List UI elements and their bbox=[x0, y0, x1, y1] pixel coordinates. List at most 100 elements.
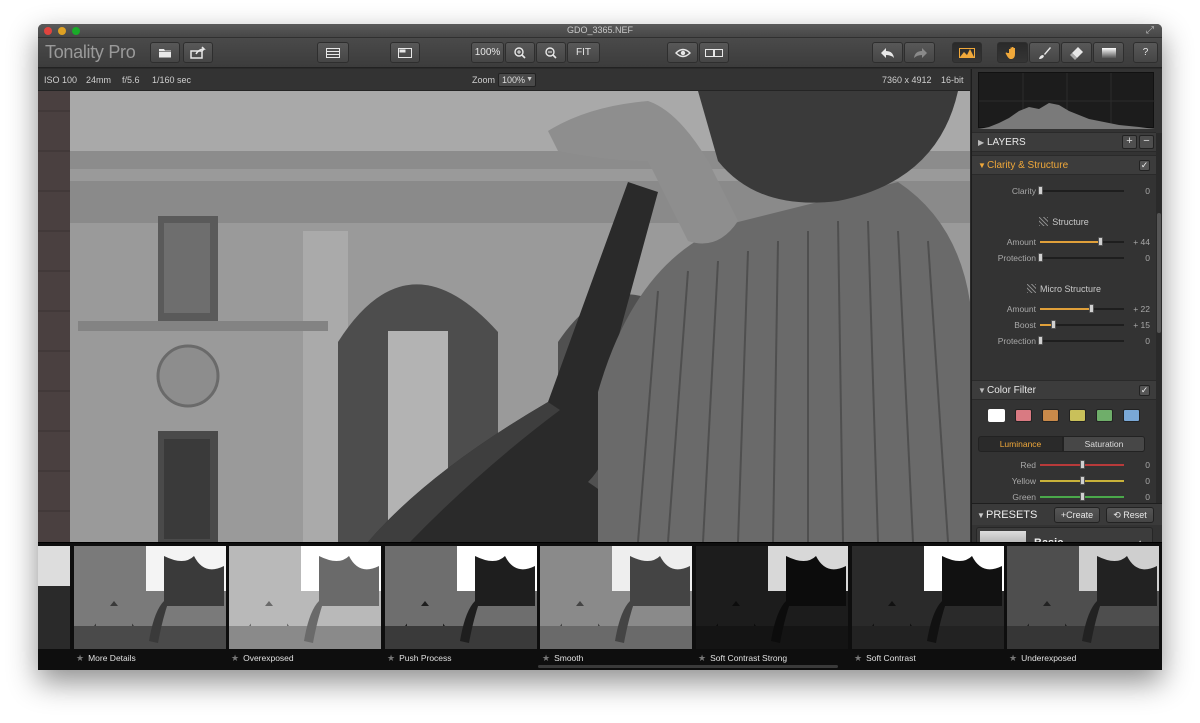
brush-icon bbox=[1038, 47, 1051, 59]
histogram-toggle-button[interactable] bbox=[952, 42, 982, 63]
preset-thumbnail-partial[interactable] bbox=[38, 546, 70, 649]
preset-thumbnail[interactable] bbox=[852, 546, 1004, 649]
gradient-icon bbox=[1101, 48, 1116, 58]
fullscreen-icon[interactable]: ⤢ bbox=[1146, 25, 1154, 36]
grid-view-icon bbox=[326, 48, 340, 58]
star-icon[interactable]: ★ bbox=[698, 653, 706, 663]
single-view-icon bbox=[398, 48, 412, 58]
star-icon[interactable]: ★ bbox=[76, 653, 84, 663]
star-icon[interactable]: ★ bbox=[387, 653, 395, 663]
color-swatch-white[interactable] bbox=[988, 409, 1005, 422]
hand-tool-button[interactable] bbox=[997, 42, 1028, 63]
reset-preset-button[interactable]: ⟲ Reset bbox=[1106, 507, 1154, 523]
preset-label[interactable]: ★ Underexposed bbox=[1009, 653, 1076, 664]
undo-icon bbox=[880, 48, 894, 58]
clarity-structure-header[interactable]: ▼ Clarity & Structure ✓ bbox=[972, 155, 1156, 175]
collapse-icon: ▼ bbox=[978, 161, 986, 170]
micro-protection-slider[interactable] bbox=[1038, 336, 1124, 345]
gradient-tool-button[interactable] bbox=[1093, 42, 1124, 63]
histogram-graph bbox=[979, 73, 1155, 129]
star-icon[interactable]: ★ bbox=[231, 653, 239, 663]
preset-thumbnail[interactable] bbox=[540, 546, 692, 649]
fit-button[interactable]: FIT bbox=[567, 42, 600, 63]
color-swatch-yellow[interactable] bbox=[1069, 409, 1086, 422]
star-icon[interactable]: ★ bbox=[542, 653, 550, 663]
preset-thumbnail[interactable] bbox=[696, 546, 848, 649]
preset-label[interactable]: ★ Push Process bbox=[387, 653, 452, 664]
color-swatch-red[interactable] bbox=[1015, 409, 1032, 422]
color-filter-header[interactable]: ▼ Color Filter ✓ bbox=[972, 380, 1156, 400]
yellow-slider[interactable] bbox=[1040, 476, 1124, 485]
chevron-down-icon: ▼ bbox=[526, 76, 533, 83]
brush-tool-button[interactable] bbox=[1029, 42, 1060, 63]
tab-saturation[interactable]: Saturation bbox=[1063, 436, 1145, 452]
micro-structure-icon bbox=[1026, 284, 1036, 293]
open-button[interactable] bbox=[150, 42, 180, 63]
preset-thumbnail-image bbox=[38, 546, 70, 649]
slider-value: + 44 bbox=[1133, 237, 1150, 247]
zoom-select[interactable]: 100% ▼ bbox=[498, 73, 536, 87]
color-swatch-blue[interactable] bbox=[1123, 409, 1140, 422]
eye-icon bbox=[674, 48, 691, 58]
slider-value: 0 bbox=[1145, 253, 1150, 263]
add-layer-button[interactable]: + bbox=[1122, 135, 1137, 149]
help-button[interactable]: ? bbox=[1133, 42, 1158, 63]
clarity-slider[interactable] bbox=[1038, 186, 1124, 195]
redo-button[interactable] bbox=[904, 42, 935, 63]
tab-luminance[interactable]: Luminance bbox=[978, 436, 1063, 452]
slider-value: 0 bbox=[1145, 336, 1150, 346]
preset-label[interactable]: ★ Overexposed bbox=[231, 653, 294, 664]
structure-amount-slider[interactable] bbox=[1040, 237, 1124, 246]
zoom-in-button[interactable] bbox=[505, 42, 535, 63]
clarity-structure-checkbox[interactable]: ✓ bbox=[1139, 160, 1150, 171]
preset-label-text: Underexposed bbox=[1021, 653, 1077, 663]
slider-label: Protection bbox=[997, 336, 1036, 346]
micro-amount-slider[interactable] bbox=[1040, 304, 1124, 313]
preset-thumbnail[interactable] bbox=[229, 546, 381, 649]
preset-label[interactable]: ★ Soft Contrast Strong bbox=[698, 653, 787, 664]
photo-canvas[interactable] bbox=[38, 91, 970, 542]
green-slider[interactable] bbox=[1040, 492, 1124, 501]
clarity-slider-row: Clarity 0 bbox=[972, 184, 1156, 198]
remove-layer-button[interactable]: − bbox=[1139, 135, 1154, 149]
preview-toggle-button[interactable] bbox=[667, 42, 698, 63]
zoom-100-button[interactable]: 100% bbox=[471, 42, 504, 63]
app-brand: Tonality Pro bbox=[45, 42, 136, 62]
split-view-button[interactable] bbox=[699, 42, 729, 63]
preset-thumbnail-image bbox=[385, 546, 537, 649]
structure-protection-slider[interactable] bbox=[1038, 253, 1124, 262]
micro-protection-row: Protection 0 bbox=[972, 334, 1156, 348]
main-toolbar: Tonality Pro 100% FIT ? bbox=[38, 38, 1162, 68]
color-swatch-green[interactable] bbox=[1096, 409, 1113, 422]
preset-label[interactable]: ★ More Details bbox=[76, 653, 136, 664]
micro-boost-slider[interactable] bbox=[1040, 320, 1124, 329]
panel-scrollbar[interactable] bbox=[1156, 133, 1162, 507]
create-preset-button[interactable]: +Create bbox=[1054, 507, 1100, 523]
slider-value: 0 bbox=[1145, 186, 1150, 196]
color-filter-title: Color Filter bbox=[987, 385, 1036, 396]
micro-amount-row: Amount + 22 bbox=[972, 302, 1156, 316]
scrollbar-thumb[interactable] bbox=[1157, 213, 1161, 333]
slider-label: Amount bbox=[1006, 237, 1036, 247]
preset-thumbnail[interactable] bbox=[1007, 546, 1159, 649]
preset-thumbnail[interactable] bbox=[385, 546, 537, 649]
red-slider[interactable] bbox=[1040, 460, 1124, 469]
preset-label[interactable]: ★ Smooth bbox=[542, 653, 583, 664]
compare-view-button[interactable] bbox=[317, 42, 349, 63]
micro-boost-row: Boost + 15 bbox=[972, 318, 1156, 332]
collapse-icon[interactable]: ▼ bbox=[977, 511, 985, 520]
layers-header[interactable]: ▶ LAYERS + − bbox=[972, 132, 1156, 152]
preset-thumbnail[interactable] bbox=[74, 546, 226, 649]
undo-button[interactable] bbox=[872, 42, 903, 63]
zoom-out-button[interactable] bbox=[536, 42, 566, 63]
structure-protection-row: Protection 0 bbox=[972, 251, 1156, 265]
share-button[interactable] bbox=[183, 42, 213, 63]
single-view-button[interactable] bbox=[390, 42, 420, 63]
star-icon[interactable]: ★ bbox=[1009, 653, 1017, 663]
color-filter-checkbox[interactable]: ✓ bbox=[1139, 385, 1150, 396]
star-icon[interactable]: ★ bbox=[854, 653, 862, 663]
preset-label[interactable]: ★ Soft Contrast bbox=[854, 653, 916, 664]
color-swatch-orange[interactable] bbox=[1042, 409, 1059, 422]
filmstrip-scrollbar[interactable] bbox=[538, 665, 838, 668]
eraser-tool-button[interactable] bbox=[1061, 42, 1092, 63]
